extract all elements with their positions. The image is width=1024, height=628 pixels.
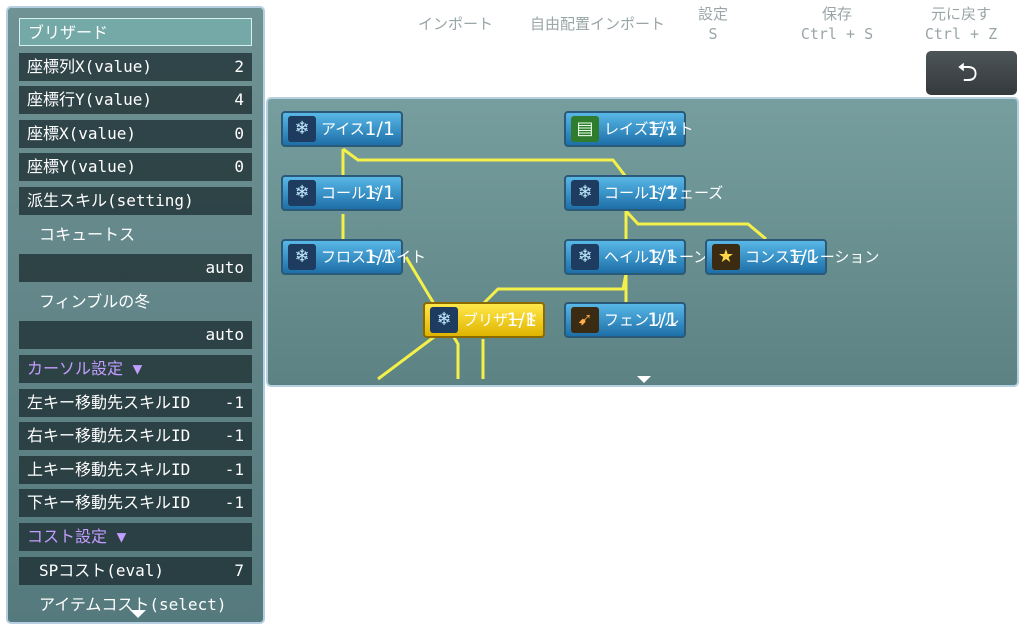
prop-label: 座標Y(value) bbox=[27, 157, 137, 176]
scroll-down-arrow-icon[interactable] bbox=[130, 610, 146, 618]
cursor-settings-section[interactable]: カーソル設定 ▼ bbox=[19, 355, 252, 383]
menu-shortcut: Ctrl + Z bbox=[924, 25, 998, 43]
snowflake-icon: ❄ bbox=[430, 307, 458, 333]
skill-node-frostbite[interactable]: ❄ フロストバイト 1/1 bbox=[281, 239, 426, 275]
prop-row-up-key[interactable]: 上キー移動先スキルID -1 bbox=[19, 456, 252, 484]
free-layout-import-menu-item[interactable]: 自由配置インポート bbox=[530, 14, 665, 34]
derived-skill-setting[interactable]: auto bbox=[19, 254, 252, 282]
prop-label: 上キー移動先スキルID bbox=[27, 460, 191, 479]
link-line bbox=[624, 209, 767, 241]
link-line bbox=[342, 147, 628, 178]
return-arrow-icon: ⮌ bbox=[957, 58, 978, 88]
skill-node-raise-dead[interactable]: ▤ レイズデット 1/1 bbox=[564, 111, 694, 147]
skill-tree-canvas[interactable]: ❄ アイス 1/1 ❄ コールド 1/1 ❄ フロストバイト 1/1 ❄ ブリザ… bbox=[266, 97, 1019, 387]
prop-value: 0 bbox=[234, 157, 244, 176]
skill-node-constellation[interactable]: ★ コンステレーション 1/1 bbox=[705, 239, 879, 275]
skill-node-cold[interactable]: ❄ コールド 1/1 bbox=[281, 175, 403, 211]
prop-label: 座標列X(value) bbox=[27, 57, 153, 76]
derived-skill-setting[interactable]: auto bbox=[19, 321, 252, 349]
prop-value: -1 bbox=[224, 426, 244, 445]
link-line bbox=[377, 332, 439, 381]
skill-property-panel: ブリザード 座標列X(value) 2 座標行Y(value) 4 座標X(va… bbox=[6, 6, 265, 624]
prop-label: 左キー移動先スキルID bbox=[27, 393, 191, 412]
prop-value: 7 bbox=[234, 561, 244, 580]
link-line bbox=[481, 273, 628, 306]
prop-value: 0 bbox=[234, 124, 244, 143]
runner-icon: ➹ bbox=[571, 307, 599, 333]
skill-node-hailstone[interactable]: ❄ ヘイルストーン 1/1 bbox=[564, 239, 708, 275]
snowflake-icon: ❄ bbox=[288, 116, 316, 142]
snowflake-icon: ❄ bbox=[571, 180, 599, 206]
prop-row-column-x[interactable]: 座標列X(value) 2 bbox=[19, 53, 252, 81]
snowflake-icon: ❄ bbox=[571, 244, 599, 270]
skill-node-ice[interactable]: ❄ アイス 1/1 bbox=[281, 111, 403, 147]
prop-label: 下キー移動先スキルID bbox=[27, 493, 191, 512]
settings-menu-item[interactable]: 設定 S bbox=[690, 4, 736, 44]
book-icon: ▤ bbox=[571, 116, 599, 142]
prop-label: 右キー移動先スキルID bbox=[27, 426, 191, 445]
menu-label: 元に戻す bbox=[930, 5, 991, 23]
snowflake-icon: ❄ bbox=[288, 180, 316, 206]
prop-label: SPコスト(eval) bbox=[39, 561, 165, 580]
prop-value: -1 bbox=[224, 460, 244, 479]
selected-skill-name: ブリザード bbox=[28, 23, 109, 42]
skill-node-fenrir[interactable]: ➹ フェンリル 1/1 bbox=[564, 302, 686, 338]
derived-skill-name: コキュートス bbox=[39, 225, 136, 244]
prop-value: 2 bbox=[234, 57, 244, 76]
prop-row-sp-cost[interactable]: SPコスト(eval) 7 bbox=[19, 557, 252, 585]
star-icon: ★ bbox=[712, 244, 740, 270]
menu-label: 保存 bbox=[821, 5, 852, 23]
selected-skill-title[interactable]: ブリザード bbox=[19, 18, 252, 46]
menu-label: 設定 bbox=[697, 5, 728, 23]
prop-label: 派生スキル(setting) bbox=[27, 191, 194, 210]
cost-settings-section[interactable]: コスト設定 ▼ bbox=[19, 523, 252, 551]
prop-row-right-key[interactable]: 右キー移動先スキルID -1 bbox=[19, 422, 252, 450]
prop-row-left-key[interactable]: 左キー移動先スキルID -1 bbox=[19, 389, 252, 417]
prop-value: 4 bbox=[234, 90, 244, 109]
prop-value: -1 bbox=[224, 393, 244, 412]
prop-row-coord-x[interactable]: 座標X(value) 0 bbox=[19, 120, 252, 148]
prop-row-row-y[interactable]: 座標行Y(value) 4 bbox=[19, 86, 252, 114]
menu-shortcut: Ctrl + S bbox=[800, 25, 874, 43]
prop-label: 座標X(value) bbox=[27, 124, 137, 143]
prop-label: 座標行Y(value) bbox=[27, 90, 153, 109]
scroll-down-arrow-icon[interactable] bbox=[637, 376, 651, 383]
prop-row-down-key[interactable]: 下キー移動先スキルID -1 bbox=[19, 489, 252, 517]
skill-node-blizzard[interactable]: ❄ ブリザード 1/1 bbox=[423, 302, 545, 338]
menu-shortcut: S bbox=[708, 25, 718, 43]
save-menu-item[interactable]: 保存 Ctrl + S bbox=[796, 4, 878, 44]
prop-row-coord-y[interactable]: 座標Y(value) 0 bbox=[19, 153, 252, 181]
skill-node-cold-phase[interactable]: ❄ コールドフェーズ 1/1 bbox=[564, 175, 723, 211]
derived-skill-name: フィンブルの冬 bbox=[39, 292, 151, 311]
undo-menu-item[interactable]: 元に戻す Ctrl + Z bbox=[920, 4, 1002, 44]
back-button[interactable]: ⮌ bbox=[926, 51, 1017, 95]
prop-row-derived-skills[interactable]: 派生スキル(setting) bbox=[19, 187, 252, 215]
import-menu-item[interactable]: インポート bbox=[418, 14, 493, 34]
snowflake-icon: ❄ bbox=[288, 244, 316, 270]
prop-value: -1 bbox=[224, 493, 244, 512]
